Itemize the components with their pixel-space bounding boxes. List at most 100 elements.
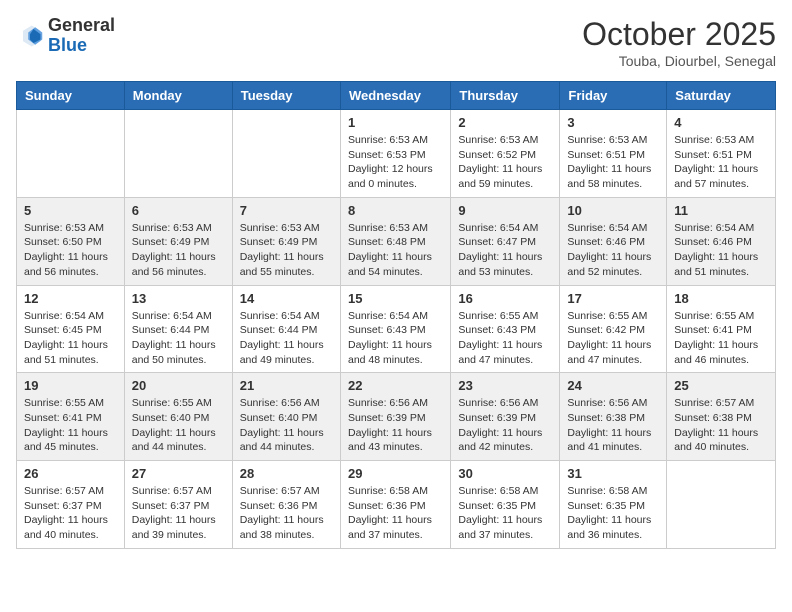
day-info: Sunrise: 6:55 AM Sunset: 6:40 PM Dayligh… [132, 396, 225, 455]
weekday-header: Sunday [17, 82, 125, 110]
day-info: Sunrise: 6:53 AM Sunset: 6:52 PM Dayligh… [458, 133, 552, 192]
day-number: 6 [132, 203, 225, 218]
day-number: 26 [24, 466, 117, 481]
day-info: Sunrise: 6:54 AM Sunset: 6:46 PM Dayligh… [674, 221, 768, 280]
calendar-cell [17, 110, 125, 198]
day-number: 2 [458, 115, 552, 130]
day-info: Sunrise: 6:55 AM Sunset: 6:42 PM Dayligh… [567, 309, 659, 368]
day-info: Sunrise: 6:54 AM Sunset: 6:43 PM Dayligh… [348, 309, 443, 368]
day-number: 24 [567, 378, 659, 393]
day-number: 23 [458, 378, 552, 393]
day-info: Sunrise: 6:56 AM Sunset: 6:39 PM Dayligh… [458, 396, 552, 455]
day-info: Sunrise: 6:55 AM Sunset: 6:41 PM Dayligh… [24, 396, 117, 455]
day-number: 21 [240, 378, 333, 393]
day-info: Sunrise: 6:55 AM Sunset: 6:41 PM Dayligh… [674, 309, 768, 368]
day-number: 4 [674, 115, 768, 130]
weekday-header: Saturday [667, 82, 776, 110]
day-info: Sunrise: 6:58 AM Sunset: 6:35 PM Dayligh… [458, 484, 552, 543]
calendar-cell: 25 Sunrise: 6:57 AM Sunset: 6:38 PM Dayli… [667, 373, 776, 461]
day-info: Sunrise: 6:54 AM Sunset: 6:46 PM Dayligh… [567, 221, 659, 280]
day-number: 31 [567, 466, 659, 481]
day-info: Sunrise: 6:53 AM Sunset: 6:49 PM Dayligh… [132, 221, 225, 280]
weekday-header: Friday [560, 82, 667, 110]
calendar-week-row: 12 Sunrise: 6:54 AM Sunset: 6:45 PM Dayli… [17, 285, 776, 373]
location: Touba, Diourbel, Senegal [582, 53, 776, 69]
calendar-cell: 7Sunrise: 6:53 AM Sunset: 6:49 PM Daylig… [232, 197, 340, 285]
calendar-cell: 26 Sunrise: 6:57 AM Sunset: 6:37 PM Dayli… [17, 461, 125, 549]
day-info: Sunrise: 6:54 AM Sunset: 6:47 PM Dayligh… [458, 221, 552, 280]
calendar-cell: 13Sunrise: 6:54 AM Sunset: 6:44 PM Dayli… [124, 285, 232, 373]
calendar-cell: 6 Sunrise: 6:53 AM Sunset: 6:49 PM Daylig… [124, 197, 232, 285]
calendar-cell: 12 Sunrise: 6:54 AM Sunset: 6:45 PM Dayli… [17, 285, 125, 373]
calendar-cell: 21Sunrise: 6:56 AM Sunset: 6:40 PM Dayli… [232, 373, 340, 461]
day-number: 20 [132, 378, 225, 393]
day-number: 14 [240, 291, 333, 306]
calendar-cell: 28 Sunrise: 6:57 AM Sunset: 6:36 PM Dayli… [232, 461, 340, 549]
calendar-cell: 27 Sunrise: 6:57 AM Sunset: 6:37 PM Dayli… [124, 461, 232, 549]
day-info: Sunrise: 6:57 AM Sunset: 6:37 PM Dayligh… [24, 484, 117, 543]
day-number: 27 [132, 466, 225, 481]
day-number: 29 [348, 466, 443, 481]
calendar-cell: 22Sunrise: 6:56 AM Sunset: 6:39 PM Dayli… [340, 373, 450, 461]
calendar-cell: 10 Sunrise: 6:54 AM Sunset: 6:46 PM Dayli… [560, 197, 667, 285]
day-number: 30 [458, 466, 552, 481]
day-info: Sunrise: 6:57 AM Sunset: 6:37 PM Dayligh… [132, 484, 225, 543]
day-info: Sunrise: 6:56 AM Sunset: 6:39 PM Dayligh… [348, 396, 443, 455]
calendar-cell: 11 Sunrise: 6:54 AM Sunset: 6:46 PM Dayli… [667, 197, 776, 285]
day-info: Sunrise: 6:58 AM Sunset: 6:36 PM Dayligh… [348, 484, 443, 543]
day-number: 1 [348, 115, 443, 130]
day-info: Sunrise: 6:57 AM Sunset: 6:38 PM Dayligh… [674, 396, 768, 455]
day-number: 15 [348, 291, 443, 306]
page-header: General Blue October 2025 Touba, Diourbe… [16, 16, 776, 69]
weekday-header: Wednesday [340, 82, 450, 110]
day-info: Sunrise: 6:54 AM Sunset: 6:45 PM Dayligh… [24, 309, 117, 368]
day-number: 5 [24, 203, 117, 218]
calendar-cell: 31Sunrise: 6:58 AM Sunset: 6:35 PM Dayli… [560, 461, 667, 549]
calendar-cell [124, 110, 232, 198]
calendar-week-row: 1 Sunrise: 6:53 AM Sunset: 6:53 PM Daylig… [17, 110, 776, 198]
calendar-cell: 3 Sunrise: 6:53 AM Sunset: 6:51 PM Daylig… [560, 110, 667, 198]
logo-line2: Blue [48, 36, 115, 56]
logo-line1: General [48, 16, 115, 36]
day-number: 11 [674, 203, 768, 218]
day-info: Sunrise: 6:53 AM Sunset: 6:51 PM Dayligh… [567, 133, 659, 192]
day-info: Sunrise: 6:53 AM Sunset: 6:49 PM Dayligh… [240, 221, 333, 280]
day-number: 12 [24, 291, 117, 306]
logo: General Blue [16, 16, 115, 56]
calendar: SundayMondayTuesdayWednesdayThursdayFrid… [16, 81, 776, 549]
day-number: 10 [567, 203, 659, 218]
month-year: October 2025 [582, 16, 776, 53]
logo-icon [16, 22, 44, 50]
day-number: 16 [458, 291, 552, 306]
calendar-cell: 30 Sunrise: 6:58 AM Sunset: 6:35 PM Dayli… [451, 461, 560, 549]
day-info: Sunrise: 6:53 AM Sunset: 6:48 PM Dayligh… [348, 221, 443, 280]
calendar-cell [667, 461, 776, 549]
calendar-cell: 23 Sunrise: 6:56 AM Sunset: 6:39 PM Dayli… [451, 373, 560, 461]
calendar-cell: 19 Sunrise: 6:55 AM Sunset: 6:41 PM Dayli… [17, 373, 125, 461]
weekday-header: Thursday [451, 82, 560, 110]
weekday-header-row: SundayMondayTuesdayWednesdayThursdayFrid… [17, 82, 776, 110]
day-number: 25 [674, 378, 768, 393]
calendar-cell: 16 Sunrise: 6:55 AM Sunset: 6:43 PM Dayli… [451, 285, 560, 373]
calendar-cell: 9 Sunrise: 6:54 AM Sunset: 6:47 PM Daylig… [451, 197, 560, 285]
calendar-cell: 1 Sunrise: 6:53 AM Sunset: 6:53 PM Daylig… [340, 110, 450, 198]
day-info: Sunrise: 6:53 AM Sunset: 6:53 PM Dayligh… [348, 133, 443, 192]
day-number: 17 [567, 291, 659, 306]
calendar-week-row: 19 Sunrise: 6:55 AM Sunset: 6:41 PM Dayli… [17, 373, 776, 461]
day-number: 9 [458, 203, 552, 218]
calendar-cell: 4 Sunrise: 6:53 AM Sunset: 6:51 PM Daylig… [667, 110, 776, 198]
calendar-cell [232, 110, 340, 198]
day-info: Sunrise: 6:53 AM Sunset: 6:50 PM Dayligh… [24, 221, 117, 280]
title-block: October 2025 Touba, Diourbel, Senegal [582, 16, 776, 69]
day-info: Sunrise: 6:54 AM Sunset: 6:44 PM Dayligh… [132, 309, 225, 368]
day-number: 3 [567, 115, 659, 130]
day-number: 19 [24, 378, 117, 393]
weekday-header: Monday [124, 82, 232, 110]
calendar-cell: 24Sunrise: 6:56 AM Sunset: 6:38 PM Dayli… [560, 373, 667, 461]
day-info: Sunrise: 6:55 AM Sunset: 6:43 PM Dayligh… [458, 309, 552, 368]
day-number: 8 [348, 203, 443, 218]
day-info: Sunrise: 6:57 AM Sunset: 6:36 PM Dayligh… [240, 484, 333, 543]
day-number: 28 [240, 466, 333, 481]
day-info: Sunrise: 6:53 AM Sunset: 6:51 PM Dayligh… [674, 133, 768, 192]
calendar-week-row: 5 Sunrise: 6:53 AM Sunset: 6:50 PM Daylig… [17, 197, 776, 285]
